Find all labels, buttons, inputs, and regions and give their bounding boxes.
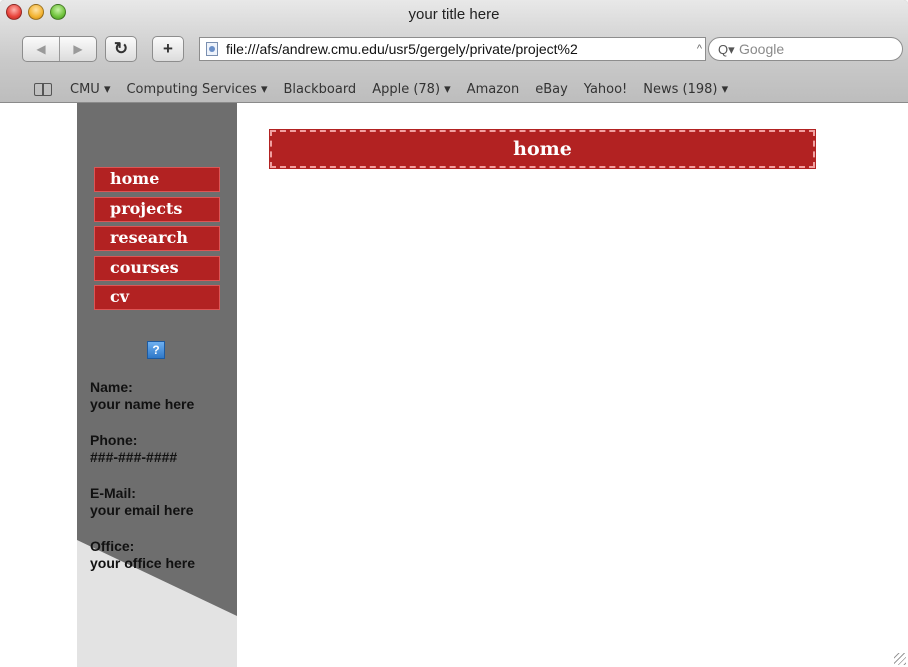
bookmarks-book-icon[interactable] xyxy=(34,83,52,96)
title-bar: your title here ◀ ▶ ↻ + file:///afs/andr… xyxy=(0,0,908,103)
bookmark-amazon[interactable]: Amazon xyxy=(467,82,520,97)
window-title: your title here xyxy=(408,6,500,23)
file-icon xyxy=(206,42,218,56)
office-label: Office: xyxy=(90,538,135,554)
contact-name: Name: your name here xyxy=(90,379,194,412)
nav-link-cv[interactable]: cv xyxy=(94,285,220,310)
name-label: Name: xyxy=(90,379,133,395)
sidebar: home projects research courses cv ? Name… xyxy=(77,103,237,667)
phone-value: ###-###-#### xyxy=(90,449,178,465)
address-bar[interactable]: file:///afs/andrew.cmu.edu/usr5/gergely/… xyxy=(199,37,706,61)
browser-window: your title here ◀ ▶ ↻ + file:///afs/andr… xyxy=(0,0,908,667)
add-bookmark-button[interactable]: + xyxy=(152,36,184,62)
phone-label: Phone: xyxy=(90,432,138,448)
missing-image-icon: ? xyxy=(147,341,165,359)
search-icon: Q▾ xyxy=(718,42,735,57)
bookmark-cmu[interactable]: CMU ▾ xyxy=(70,82,110,97)
page-heading: home xyxy=(269,129,816,169)
email-value: your email here xyxy=(90,502,194,518)
search-placeholder: Google xyxy=(739,41,785,57)
forward-button[interactable]: ▶ xyxy=(60,37,96,61)
contact-phone: Phone: ###-###-#### xyxy=(90,432,177,465)
reload-button[interactable]: ↻ xyxy=(105,36,137,62)
contact-office: Office: your office here xyxy=(90,538,195,571)
nav-link-research[interactable]: research xyxy=(94,226,220,251)
nav-link-projects[interactable]: projects xyxy=(94,197,220,222)
search-field[interactable]: Q▾ Google xyxy=(708,37,903,61)
nav-link-courses[interactable]: courses xyxy=(94,256,220,281)
bookmark-ebay[interactable]: eBay xyxy=(535,82,568,97)
bookmark-yahoo[interactable]: Yahoo! xyxy=(584,82,627,97)
bookmark-apple[interactable]: Apple (78) ▾ xyxy=(372,82,450,97)
address-text: file:///afs/andrew.cmu.edu/usr5/gergely/… xyxy=(226,41,578,57)
address-dropdown-icon[interactable]: ^ xyxy=(697,38,702,60)
web-page: home projects research courses cv ? Name… xyxy=(0,103,908,667)
forward-arrow-icon: ▶ xyxy=(73,42,83,56)
bookmarks-bar: CMU ▾ Computing Services ▾ Blackboard Ap… xyxy=(0,76,908,102)
bookmark-computing-services[interactable]: Computing Services ▾ xyxy=(126,82,267,97)
nav-link-home[interactable]: home xyxy=(94,167,220,192)
bookmark-news[interactable]: News (198) ▾ xyxy=(643,82,728,97)
name-value: your name here xyxy=(90,396,195,412)
window-resize-grip[interactable] xyxy=(894,653,906,665)
back-arrow-icon: ◀ xyxy=(36,42,46,56)
back-forward-group: ◀ ▶ xyxy=(22,36,97,62)
bookmark-blackboard[interactable]: Blackboard xyxy=(283,82,356,97)
contact-email: E-Mail: your email here xyxy=(90,485,194,518)
back-button[interactable]: ◀ xyxy=(23,37,60,61)
reload-icon: ↻ xyxy=(113,39,129,58)
office-value: your office here xyxy=(90,555,196,571)
plus-icon: + xyxy=(163,39,173,58)
email-label: E-Mail: xyxy=(90,485,136,501)
